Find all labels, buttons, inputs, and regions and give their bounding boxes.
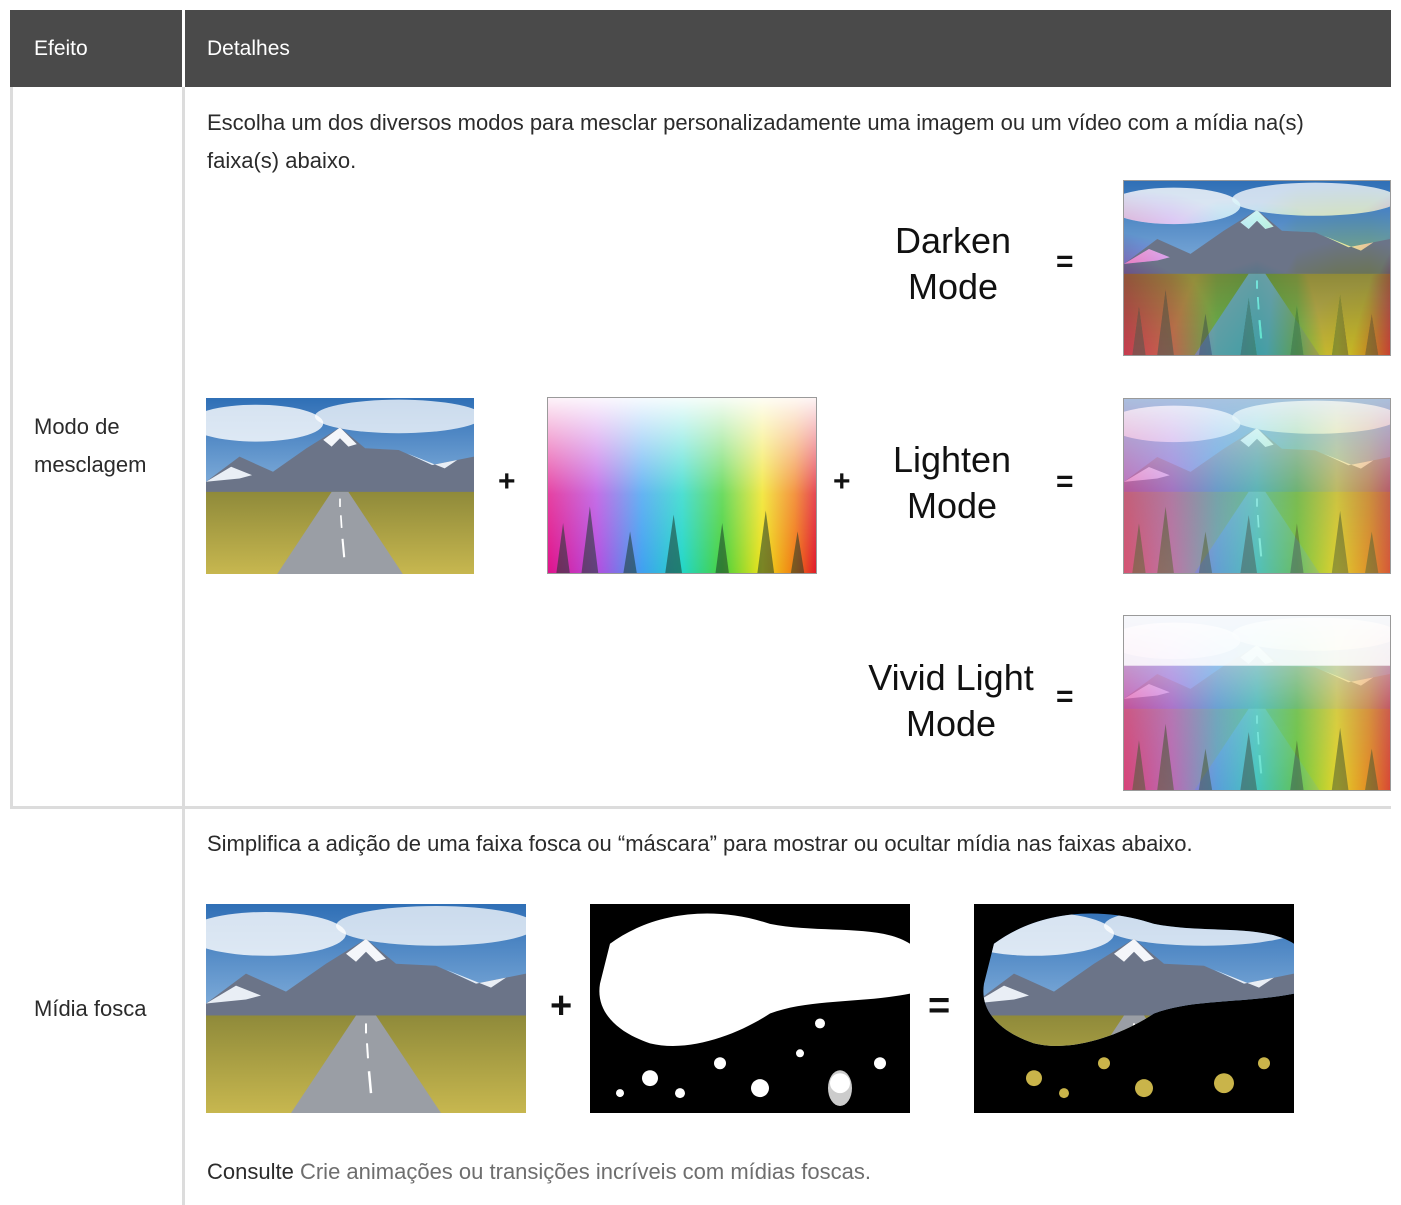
darken-result-image: [1123, 180, 1391, 356]
table-left-border: [10, 87, 13, 807]
equals-sign: =: [1056, 245, 1074, 278]
plus-sign: +: [498, 465, 516, 498]
lighten-mode-label: Lighten Mode: [852, 437, 1052, 529]
effect-name-line: Modo de: [34, 414, 120, 439]
plus-sign: +: [550, 985, 573, 1027]
mode-label-line: Mode: [905, 703, 997, 744]
table-header: Efeito Detalhes: [10, 10, 1391, 87]
matte-result-image: [974, 904, 1294, 1113]
consult-link[interactable]: Crie animações ou transições incríveis c…: [300, 1159, 871, 1184]
header-divider: [182, 10, 185, 87]
matte-media-description: Simplifica a adição de uma faixa fosca o…: [207, 831, 1193, 856]
equals-sign: =: [928, 985, 951, 1027]
mode-label-line: Darken: [894, 220, 1012, 261]
mode-label-line: Mode: [906, 485, 998, 526]
mode-label-line: Mode: [907, 266, 999, 307]
equals-sign: =: [1056, 465, 1074, 498]
vivid-light-mode-label: Vivid Light Mode: [851, 655, 1051, 747]
blend-mode-description: Escolha um dos diversos modos para mescl…: [207, 110, 1304, 173]
lighten-result-image: [1123, 398, 1391, 574]
effect-name-line: Mídia fosca: [34, 996, 147, 1021]
paint-splash-image: [547, 397, 817, 574]
effect-name-blend-mode: Modo de mesclagem: [34, 408, 146, 484]
landscape-image: [206, 904, 526, 1113]
darken-mode-label: Darken Mode: [853, 218, 1053, 310]
equals-sign: =: [1056, 680, 1074, 713]
plus-sign: +: [833, 465, 851, 498]
landscape-image: [206, 398, 474, 574]
row-divider: [10, 806, 1391, 809]
column-header-details: Detalhes: [207, 37, 290, 60]
column-divider: [182, 87, 185, 1205]
consult-reference: Consulte Crie animações ou transições in…: [207, 1153, 871, 1191]
consult-lead-text: Consulte: [207, 1159, 294, 1184]
effect-name-matte-media: Mídia fosca: [34, 990, 147, 1028]
column-header-effect: Efeito: [34, 37, 88, 60]
vivid-light-result-image: [1123, 615, 1391, 791]
matte-mask-image: [590, 904, 910, 1113]
mode-label-line: Lighten: [892, 439, 1012, 480]
effect-name-line: mesclagem: [34, 452, 147, 477]
mode-label-line: Vivid Light: [868, 657, 1034, 698]
